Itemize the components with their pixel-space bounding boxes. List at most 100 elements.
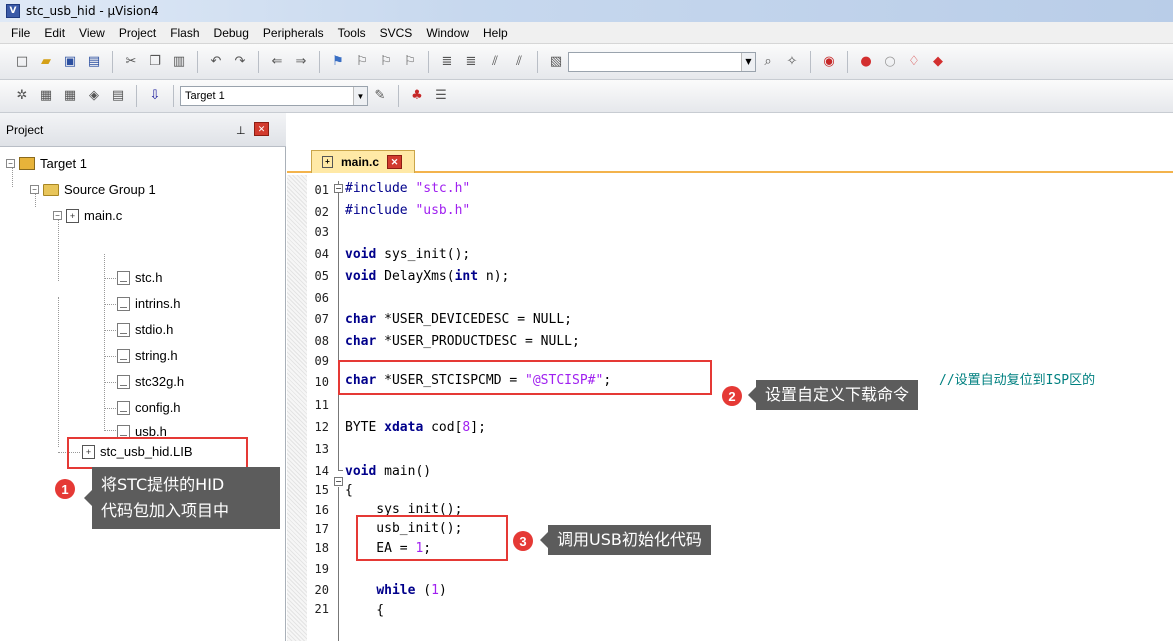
line-number: 05 <box>314 269 329 283</box>
toolbar-separator <box>428 50 429 73</box>
find-in-files-icon[interactable]: ▧ <box>547 53 565 71</box>
target-options-icon[interactable]: ✎ <box>371 87 389 105</box>
batch-build-icon[interactable]: ◈ <box>85 87 103 105</box>
menu-svcs[interactable]: SVCS <box>373 26 420 40</box>
rebuild-icon[interactable]: ▦ <box>61 87 79 105</box>
annotation-callout-1: 将STC提供的HID 代码包加入项目中 <box>84 467 280 529</box>
breakpoint-kill-icon[interactable]: ♢ <box>905 53 923 71</box>
annotation-badge-2: 2 <box>722 386 742 406</box>
project-tree: − Target 1 − Source Group 1 − + main.c s… <box>0 147 286 641</box>
menu-window[interactable]: Window <box>419 26 476 40</box>
line-number: 13 <box>314 442 329 456</box>
nav-back-icon[interactable]: ⇐ <box>268 53 286 71</box>
pin-icon[interactable]: ⊥ <box>236 124 246 137</box>
debug-session-icon[interactable]: ◉ <box>820 53 838 71</box>
incremental-find-icon[interactable]: ✧ <box>783 53 801 71</box>
tree-include-stdio-h[interactable]: stdio.h <box>117 322 173 337</box>
tree-include-config-h[interactable]: config.h <box>117 400 181 415</box>
tree-include-stc-h[interactable]: stc.h <box>117 270 162 285</box>
bookmark-icon[interactable]: ⚑ <box>329 53 347 71</box>
toolbar-separator <box>810 50 811 73</box>
menu-file[interactable]: File <box>4 26 37 40</box>
select-packs-icon[interactable]: ☰ <box>432 87 450 105</box>
collapse-icon[interactable]: − <box>6 159 15 168</box>
menu-help[interactable]: Help <box>476 26 515 40</box>
paste-icon[interactable]: ▥ <box>170 53 188 71</box>
find-icon[interactable]: ⌕ <box>759 53 777 71</box>
fold-collapse-icon[interactable]: − <box>334 184 343 193</box>
line-number: 06 <box>314 291 329 305</box>
undo-icon[interactable]: ↶ <box>207 53 225 71</box>
menu-view[interactable]: View <box>72 26 112 40</box>
download-icon[interactable]: ⇩ <box>146 87 164 105</box>
code-line-15: { <box>345 483 353 498</box>
code-line-7: char *USER_DEVICEDESC = NULL; <box>345 312 572 327</box>
tree-item-label: config.h <box>135 400 181 415</box>
header-file-icon <box>117 400 130 415</box>
tab-main-c[interactable]: + main.c ✕ <box>311 150 415 173</box>
nav-forward-icon[interactable]: ⇒ <box>292 53 310 71</box>
collapse-icon[interactable]: − <box>30 185 39 194</box>
tree-target[interactable]: − Target 1 <box>6 156 87 171</box>
header-file-icon <box>117 348 130 363</box>
line-number: 02 <box>314 205 329 219</box>
indent-icon[interactable]: ≣ <box>438 53 456 71</box>
tree-line <box>104 278 116 279</box>
fold-collapse-icon[interactable]: − <box>334 477 343 486</box>
comment-icon[interactable]: ⫽ <box>486 53 504 71</box>
tree-include-string-h[interactable]: string.h <box>117 348 178 363</box>
menu-peripherals[interactable]: Peripherals <box>256 26 331 40</box>
translate-icon[interactable]: ✲ <box>13 87 31 105</box>
breakpoint-all-icon[interactable]: ◆ <box>929 53 947 71</box>
tree-include-stc32g-h[interactable]: stc32g.h <box>117 374 184 389</box>
tree-include-intrins-h[interactable]: intrins.h <box>117 296 181 311</box>
tree-line <box>104 254 105 429</box>
menu-debug[interactable]: Debug <box>207 26 256 40</box>
bookmark-next-icon[interactable]: ⚐ <box>377 53 395 71</box>
uncomment-icon[interactable]: ⫽ <box>510 53 528 71</box>
menu-project[interactable]: Project <box>112 26 163 40</box>
code-line-1: #include "stc.h" <box>345 181 471 196</box>
code-line-8: char *USER_PRODUCTDESC = NULL; <box>345 334 580 349</box>
save-all-icon[interactable]: ▤ <box>85 53 103 71</box>
breakpoint-icon[interactable]: ● <box>857 53 875 71</box>
bookmark-clear-icon[interactable]: ⚐ <box>401 53 419 71</box>
tree-main-c[interactable]: − + main.c <box>53 208 122 223</box>
find-combo[interactable]: ▼ <box>568 51 756 72</box>
breakpoint-disable-icon[interactable]: ○ <box>881 53 899 71</box>
stop-build-icon[interactable]: ▤ <box>109 87 127 105</box>
menu-flash[interactable]: Flash <box>163 26 206 40</box>
cut-icon[interactable]: ✂ <box>122 53 140 71</box>
open-folder-icon[interactable]: ▰ <box>37 53 55 71</box>
unindent-icon[interactable]: ≣ <box>462 53 480 71</box>
close-icon[interactable]: ✕ <box>387 155 403 169</box>
editor-tab-strip: + main.c ✕ <box>287 147 1173 173</box>
code-line-2: #include "usb.h" <box>345 203 471 218</box>
toolbar-separator <box>537 50 538 73</box>
menu-edit[interactable]: Edit <box>37 26 72 40</box>
close-icon[interactable]: ✕ <box>254 122 269 136</box>
line-number: 18 <box>314 541 329 555</box>
redo-icon[interactable]: ↷ <box>231 53 249 71</box>
folder-icon <box>43 183 59 196</box>
menu-tools[interactable]: Tools <box>331 26 373 40</box>
line-number: 21 <box>314 602 329 616</box>
collapse-icon[interactable]: − <box>53 211 62 220</box>
chevron-down-icon[interactable]: ▼ <box>353 87 367 105</box>
bookmark-prev-icon[interactable]: ⚐ <box>353 53 371 71</box>
project-panel-header: Project ⊥ ✕ <box>0 113 286 147</box>
build-icon[interactable]: ▦ <box>37 87 55 105</box>
tree-item-label: stdio.h <box>135 322 174 337</box>
tree-line <box>58 219 59 281</box>
manage-components-icon[interactable]: ♣ <box>408 87 426 105</box>
tree-source-group[interactable]: − Source Group 1 <box>30 182 156 197</box>
save-icon[interactable]: ▣ <box>61 53 79 71</box>
line-number: 15 <box>314 483 329 497</box>
chevron-down-icon[interactable]: ▼ <box>741 52 755 71</box>
uvision-icon: V <box>6 4 20 18</box>
target-select[interactable]: Target 1 ▼ <box>180 86 368 106</box>
code-line-4: void sys_init(); <box>345 247 471 262</box>
new-file-icon[interactable]: □ <box>13 53 31 71</box>
copy-icon[interactable]: ❐ <box>146 53 164 71</box>
code-editor[interactable]: − − #include "stc.h" #include "usb.h" vo… <box>287 175 1173 641</box>
